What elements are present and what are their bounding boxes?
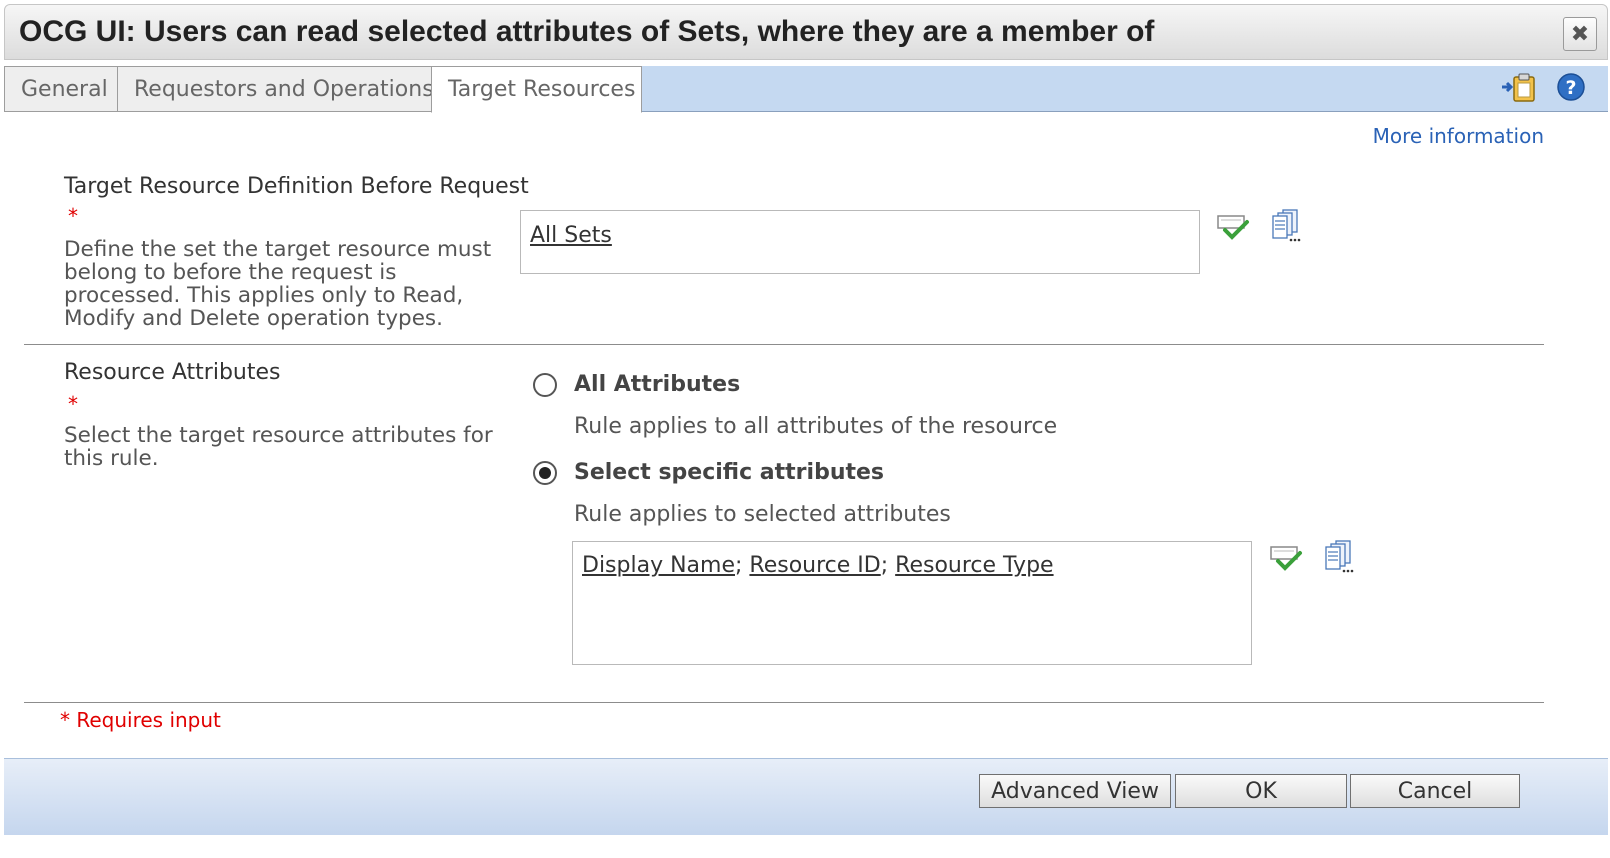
- more-information-link[interactable]: More information: [1373, 124, 1544, 148]
- svg-text:?: ?: [1565, 77, 1576, 99]
- resource-attributes-description: Select the target resource attributes fo…: [64, 423, 493, 471]
- browse-list-icon[interactable]: [1323, 539, 1363, 575]
- resource-attributes-title: Resource Attributes: [64, 360, 281, 385]
- browse-list-icon[interactable]: [1270, 208, 1310, 244]
- attribute-link-display-name[interactable]: Display Name: [582, 553, 735, 578]
- all-attributes-label[interactable]: All Attributes: [574, 372, 740, 397]
- required-marker: *: [68, 204, 78, 228]
- tab-target-resources[interactable]: Target Resources: [431, 66, 642, 113]
- attribute-link-resource-id[interactable]: Resource ID: [749, 553, 880, 578]
- help-icon[interactable]: ?: [1556, 72, 1586, 106]
- required-marker: *: [68, 392, 78, 416]
- close-button[interactable]: ✖: [1563, 17, 1597, 51]
- close-icon: ✖: [1570, 21, 1590, 47]
- attribute-link-resource-type[interactable]: Resource Type: [895, 553, 1053, 578]
- target-set-link[interactable]: All Sets: [530, 223, 612, 248]
- tab-general[interactable]: General: [4, 66, 118, 112]
- tab-target-resources-label: Target Resources: [448, 77, 636, 102]
- selected-attributes-field[interactable]: Display Name; Resource ID; Resource Type: [572, 541, 1252, 665]
- cancel-button[interactable]: Cancel: [1350, 774, 1520, 808]
- attribute-separator: ;: [735, 553, 743, 578]
- dialog-title-bar: OCG UI: Users can read selected attribut…: [4, 4, 1608, 60]
- validate-check-icon[interactable]: [1268, 541, 1308, 577]
- tab-bar: General Requestors and Operations Target…: [4, 66, 1608, 113]
- target-definition-description: Define the set the target resource must …: [64, 237, 492, 331]
- tab-requestors-label: Requestors and Operations: [134, 76, 434, 102]
- requires-input-note: * Requires input: [60, 708, 221, 732]
- section-divider: [24, 344, 1544, 345]
- tab-general-label: General: [21, 76, 108, 102]
- tab-requestors-and-operations[interactable]: Requestors and Operations: [117, 66, 434, 112]
- target-definition-field[interactable]: All Sets: [520, 210, 1200, 274]
- validate-check-icon[interactable]: [1215, 210, 1255, 246]
- tab-toolbar: ?: [1500, 72, 1586, 106]
- dialog-title: OCG UI: Users can read selected attribut…: [19, 15, 1155, 48]
- specific-attributes-label[interactable]: Select specific attributes: [574, 460, 884, 485]
- specific-attributes-radio[interactable]: [533, 461, 557, 485]
- advanced-view-button[interactable]: Advanced View: [979, 774, 1171, 808]
- specific-attributes-description: Rule applies to selected attributes: [574, 502, 951, 527]
- attribute-separator: ;: [880, 553, 889, 578]
- all-attributes-radio[interactable]: [533, 373, 557, 397]
- ok-button[interactable]: OK: [1175, 774, 1347, 808]
- target-definition-title: Target Resource Definition Before Reques…: [64, 174, 529, 199]
- all-attributes-description: Rule applies to all attributes of the re…: [574, 414, 1058, 439]
- paste-icon[interactable]: [1500, 72, 1540, 106]
- section-divider: [24, 702, 1544, 703]
